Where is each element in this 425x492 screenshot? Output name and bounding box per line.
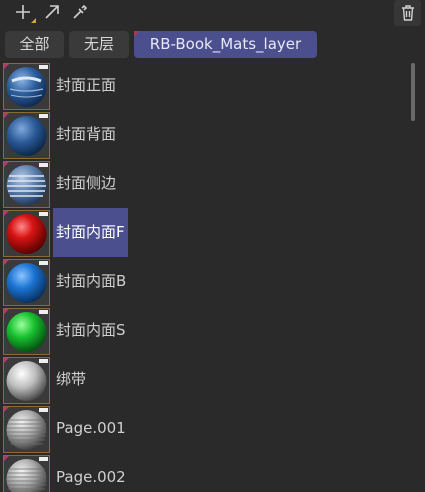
- tab-label: RB-Book_Mats_layer: [149, 35, 302, 53]
- scrollbar[interactable]: [411, 63, 415, 121]
- add-icon[interactable]: [11, 0, 36, 24]
- material-row[interactable]: 封面正面: [0, 61, 410, 110]
- tab-no-layer[interactable]: 无层: [69, 31, 129, 58]
- material-row[interactable]: 封面内面F: [0, 208, 410, 257]
- material-preview: [3, 161, 50, 208]
- material-preview: [3, 210, 50, 257]
- material-name[interactable]: 绑带: [53, 355, 89, 404]
- material-preview: [3, 308, 50, 355]
- material-name[interactable]: Page.001: [53, 404, 129, 453]
- material-name[interactable]: 封面侧边: [53, 159, 119, 208]
- layer-tabs: 全部 无层 RB-Book_Mats_layer: [0, 31, 425, 59]
- material-name[interactable]: 封面背面: [53, 110, 119, 159]
- material-preview: [3, 112, 50, 159]
- material-preview: [3, 357, 50, 404]
- material-preview: [3, 455, 50, 492]
- material-name[interactable]: Page.002: [53, 453, 129, 492]
- material-name[interactable]: 封面正面: [53, 61, 119, 110]
- arrow-icon[interactable]: [40, 0, 64, 24]
- material-preview: [3, 259, 50, 306]
- material-row[interactable]: 封面内面S: [0, 306, 410, 355]
- material-name[interactable]: 封面内面S: [53, 306, 129, 355]
- material-preview: [3, 63, 50, 110]
- material-row[interactable]: 绑带: [0, 355, 410, 404]
- toolbar: [0, 0, 425, 26]
- material-row[interactable]: 封面侧边: [0, 159, 410, 208]
- material-row[interactable]: 封面背面: [0, 110, 410, 159]
- material-row[interactable]: 封面内面B: [0, 257, 410, 306]
- trash-icon[interactable]: [394, 0, 421, 26]
- material-row[interactable]: Page.002: [0, 453, 410, 492]
- layer-color-marker: [134, 31, 140, 37]
- material-row[interactable]: Page.001: [0, 404, 410, 453]
- material-name[interactable]: 封面内面B: [53, 257, 129, 306]
- material-name[interactable]: 封面内面F: [53, 208, 128, 257]
- material-list: 封面正面 封面背面 封面侧边 封面内面F 封面内面B 封面内面S 绑带 Page…: [0, 61, 410, 492]
- eyedropper-icon[interactable]: [68, 0, 92, 24]
- material-preview: [3, 406, 50, 453]
- tab-rb-book-mats-layer[interactable]: RB-Book_Mats_layer: [134, 31, 317, 58]
- tab-all[interactable]: 全部: [5, 31, 64, 58]
